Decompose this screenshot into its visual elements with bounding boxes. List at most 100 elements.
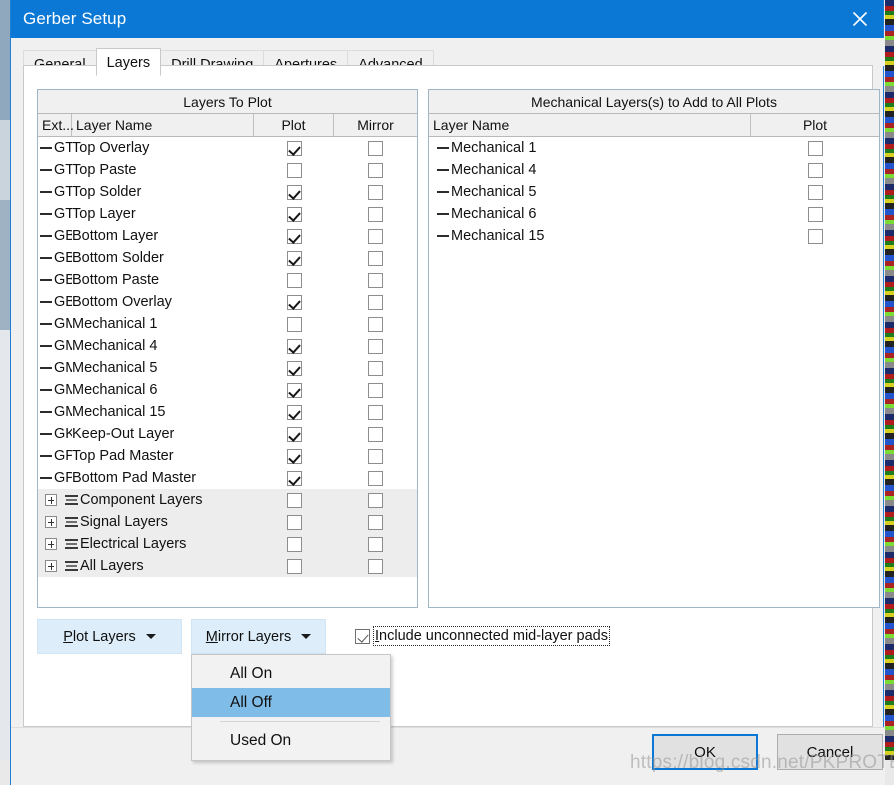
plot-checkbox[interactable] [286, 140, 302, 156]
mirror-checkbox[interactable] [368, 536, 383, 552]
table-row[interactable]: GPTTop Pad Master [38, 445, 417, 467]
table-row[interactable]: GTLTop Layer [38, 203, 417, 225]
mirror-checkbox[interactable] [368, 338, 383, 354]
tab-layers[interactable]: Layers [95, 48, 162, 76]
mirror-checkbox[interactable] [368, 316, 383, 332]
plot-layers-accel: P [63, 628, 73, 645]
mirror-checkbox[interactable] [368, 382, 383, 398]
expand-icon[interactable] [45, 516, 57, 528]
plot-checkbox[interactable] [807, 162, 823, 178]
mirror-checkbox[interactable] [368, 492, 383, 508]
expand-icon[interactable] [45, 538, 57, 550]
table-row[interactable]: GPBBottom Pad Master [38, 467, 417, 489]
plot-checkbox[interactable] [807, 184, 823, 200]
mirror-layers-button[interactable]: Mirror Layers [191, 619, 326, 654]
table-row[interactable]: GM1Mechanical 1 [38, 313, 417, 335]
menu-item-used-on[interactable]: Used On [192, 726, 390, 755]
mirror-checkbox[interactable] [368, 426, 383, 442]
table-row[interactable]: Mechanical 1 [429, 137, 879, 159]
column-header-ext[interactable]: Ext... [38, 114, 74, 136]
layer-extension-cell: GTO [38, 137, 72, 159]
plot-checkbox[interactable] [286, 294, 302, 310]
plot-checkbox[interactable] [286, 492, 302, 508]
table-row[interactable]: Electrical Layers [38, 533, 417, 555]
table-row[interactable]: GM4Mechanical 4 [38, 335, 417, 357]
close-button[interactable] [837, 0, 883, 38]
table-row[interactable]: GTOTop Overlay [38, 137, 417, 159]
table-row[interactable]: Mechanical 4 [429, 159, 879, 181]
table-row[interactable]: Signal Layers [38, 511, 417, 533]
plot-checkbox[interactable] [286, 206, 302, 222]
plot-checkbox[interactable] [286, 448, 302, 464]
column-header-layer-name-right[interactable]: Layer Name [429, 114, 751, 136]
plot-checkbox[interactable] [286, 338, 302, 354]
mirror-checkbox[interactable] [368, 162, 383, 178]
table-row[interactable]: GTPTop Paste [38, 159, 417, 181]
column-header-layer-name[interactable]: Layer Name [72, 114, 254, 136]
plot-layers-button[interactable]: Plot Layers [37, 619, 182, 654]
column-header-plot[interactable]: Plot [254, 114, 334, 136]
mirror-checkbox[interactable] [368, 448, 383, 464]
mirror-checkbox[interactable] [368, 404, 383, 420]
plot-checkbox[interactable] [286, 316, 302, 332]
mirror-checkbox[interactable] [368, 360, 383, 376]
plot-checkbox[interactable] [807, 206, 823, 222]
plot-checkbox[interactable] [286, 470, 302, 486]
table-row[interactable]: Mechanical 15 [429, 225, 879, 247]
mirror-cell [334, 379, 417, 401]
mirror-checkbox[interactable] [368, 294, 383, 310]
expand-icon[interactable] [45, 560, 57, 572]
plot-checkbox[interactable] [286, 228, 302, 244]
layer-stack-icon [65, 539, 78, 549]
table-row[interactable]: All Layers [38, 555, 417, 577]
menu-item-all-on[interactable]: All On [192, 659, 390, 688]
include-unconnected-pads-label[interactable]: Include unconnected mid-layer pads [373, 626, 610, 646]
mirror-checkbox[interactable] [368, 514, 383, 530]
table-row[interactable]: Mechanical 6 [429, 203, 879, 225]
plot-checkbox[interactable] [286, 426, 302, 442]
plot-checkbox[interactable] [286, 250, 302, 266]
mirror-checkbox[interactable] [368, 184, 383, 200]
table-row[interactable]: Mechanical 5 [429, 181, 879, 203]
mirror-checkbox[interactable] [368, 250, 383, 266]
expand-icon[interactable] [45, 494, 57, 506]
plot-checkbox[interactable] [286, 382, 302, 398]
mirror-checkbox[interactable] [368, 558, 383, 574]
plot-checkbox[interactable] [286, 558, 302, 574]
mirror-checkbox[interactable] [368, 272, 383, 288]
mirror-checkbox[interactable] [368, 140, 383, 156]
plot-checkbox[interactable] [286, 162, 302, 178]
table-row[interactable]: GBLBottom Layer [38, 225, 417, 247]
plot-checkbox[interactable] [807, 228, 823, 244]
mechanical-layer-name-label: Mechanical 6 [451, 206, 537, 222]
mirror-checkbox[interactable] [368, 470, 383, 486]
table-row[interactable]: GBOBottom Overlay [38, 291, 417, 313]
column-header-plot-right[interactable]: Plot [751, 114, 879, 136]
cancel-button[interactable]: Cancel [777, 734, 883, 770]
plot-checkbox[interactable] [286, 514, 302, 530]
plot-checkbox[interactable] [286, 184, 302, 200]
include-unconnected-pads-checkbox[interactable] [355, 628, 370, 644]
mirror-checkbox[interactable] [368, 228, 383, 244]
table-row[interactable]: GM5Mechanical 5 [38, 357, 417, 379]
mirror-cell [334, 313, 417, 335]
table-row[interactable]: GTSTop Solder [38, 181, 417, 203]
layer-name-label: Electrical Layers [80, 536, 187, 552]
mirror-checkbox[interactable] [368, 206, 383, 222]
menu-item-all-off[interactable]: All Off [192, 688, 390, 717]
plot-checkbox[interactable] [286, 536, 302, 552]
ok-button[interactable]: OK [652, 734, 758, 770]
layer-extension-cell: GTS [38, 181, 72, 203]
plot-checkbox[interactable] [286, 404, 302, 420]
table-row[interactable]: GM6Mechanical 6 [38, 379, 417, 401]
column-header-mirror[interactable]: Mirror [334, 114, 417, 136]
mechanical-layers-header: Layer Name Plot [429, 114, 879, 137]
table-row[interactable]: Component Layers [38, 489, 417, 511]
table-row[interactable]: GBPBottom Paste [38, 269, 417, 291]
table-row[interactable]: GKOKeep-Out Layer [38, 423, 417, 445]
table-row[interactable]: GBSBottom Solder [38, 247, 417, 269]
plot-checkbox[interactable] [807, 140, 823, 156]
plot-checkbox[interactable] [286, 360, 302, 376]
table-row[interactable]: GM15Mechanical 15 [38, 401, 417, 423]
plot-checkbox[interactable] [286, 272, 302, 288]
